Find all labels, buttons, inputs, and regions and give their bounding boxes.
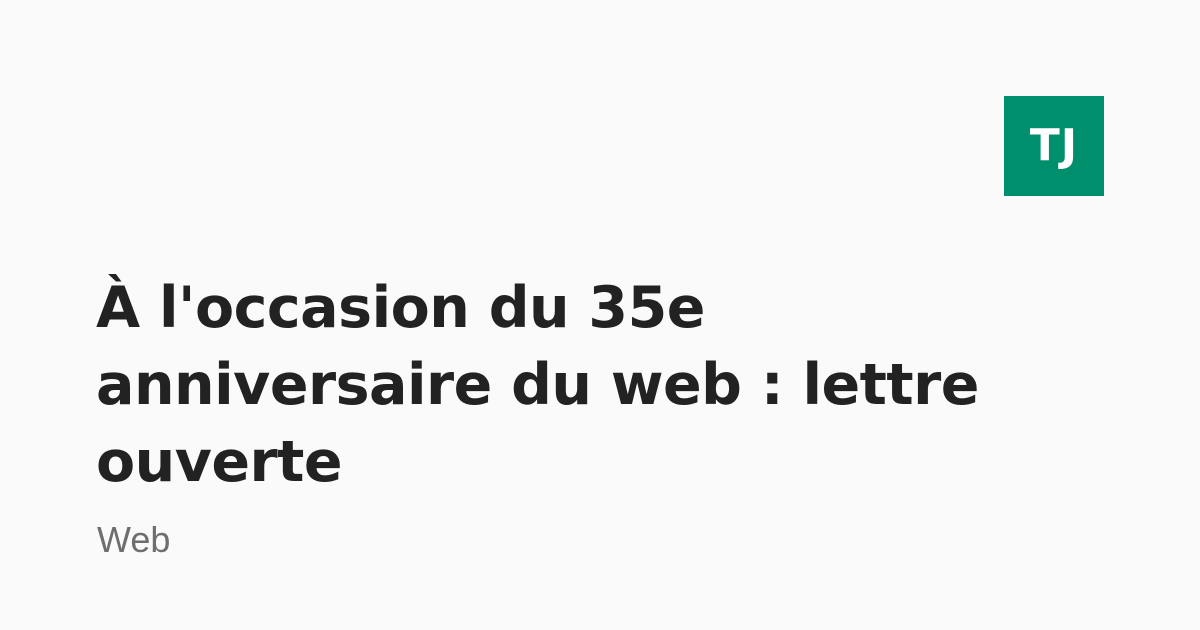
site-logo: TJ	[1004, 96, 1104, 196]
article-title: À l'occasion du 35e anniversaire du web …	[96, 275, 979, 495]
site-logo-text: TJ	[1029, 120, 1079, 171]
article-category: Web	[97, 519, 171, 560]
social-share-card: TJ À l'occasion du 35e anniversaire du w…	[0, 0, 1200, 630]
